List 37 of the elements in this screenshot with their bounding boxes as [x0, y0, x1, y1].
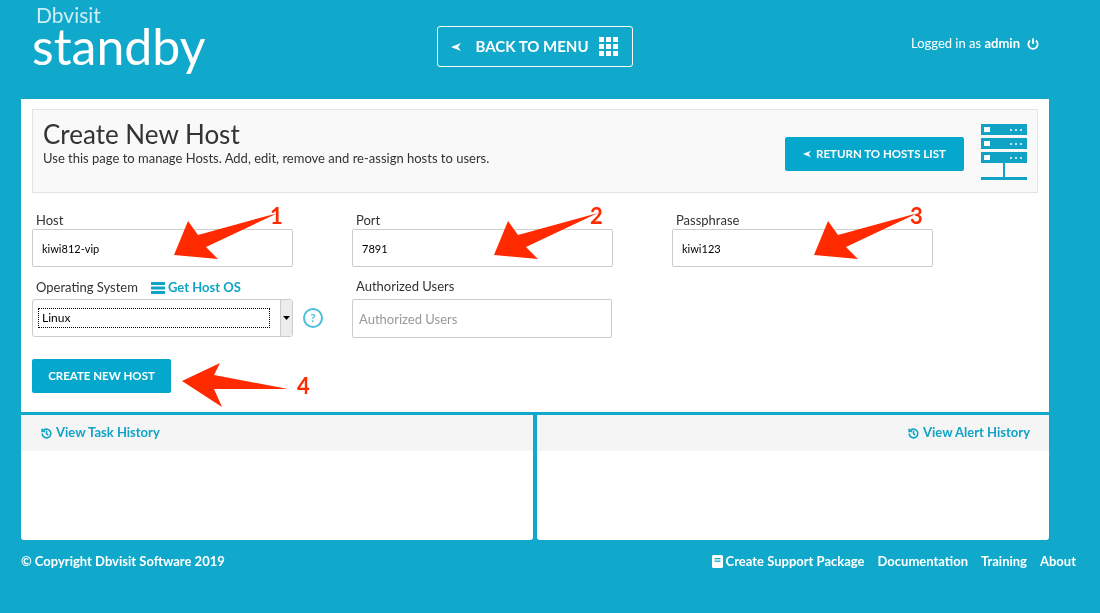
brand-name: Dbvisit — [35, 4, 102, 25]
dropdown-caret-icon — [283, 316, 290, 320]
field-label: Host — [36, 211, 64, 230]
history-icon — [907, 426, 920, 440]
caret-left-icon — [803, 150, 812, 158]
back-to-menu-button[interactable]: BACK TO MENU — [437, 26, 633, 67]
return-to-hosts-button[interactable]: RETURN TO HOSTS LIST — [785, 137, 964, 171]
field-label: Authorized Users — [355, 277, 456, 296]
footer-link[interactable]: Documentation — [877, 552, 968, 572]
power-icon[interactable] — [1026, 36, 1040, 51]
os-select[interactable]: Linux — [32, 299, 293, 337]
field-label: Passphrase — [676, 211, 740, 230]
field-label: Port — [356, 211, 381, 230]
footer-link[interactable]: Create Support Package — [711, 552, 865, 572]
footer-link[interactable]: Training — [981, 552, 1027, 572]
get-host-os-link[interactable]: Get Host OS — [150, 278, 241, 298]
logged-in-text: Logged in as admin — [910, 34, 1020, 53]
authorized-users-input[interactable]: Authorized Users — [352, 299, 612, 338]
book-icon — [711, 555, 723, 569]
footer-link[interactable]: About — [1039, 552, 1076, 572]
history-icon — [40, 426, 53, 440]
page-title: Create New Host — [43, 120, 241, 149]
history-link[interactable]: View Alert History — [907, 423, 1030, 443]
annotation-number: 1 — [270, 205, 283, 227]
grid-icon — [598, 36, 619, 57]
copyright-text: © Copyright Dbvisit Software 2019 — [21, 552, 225, 571]
server-icon — [150, 282, 165, 294]
annotation-number: 2 — [590, 205, 603, 227]
page-subtitle: Use this page to manage Hosts. Add, edit, remove and re-assign hosts to users. — [43, 148, 490, 168]
caret-left-icon — [451, 41, 462, 52]
select-value: Linux — [38, 308, 270, 328]
create-host-button[interactable]: CREATE NEW HOST — [32, 359, 171, 393]
annotation-number: 3 — [910, 205, 923, 227]
history-link[interactable]: View Task History — [40, 423, 160, 443]
annotation-number: 4 — [297, 375, 310, 397]
field-label: Operating System — [36, 278, 138, 298]
help-button[interactable]: ? — [303, 308, 323, 328]
